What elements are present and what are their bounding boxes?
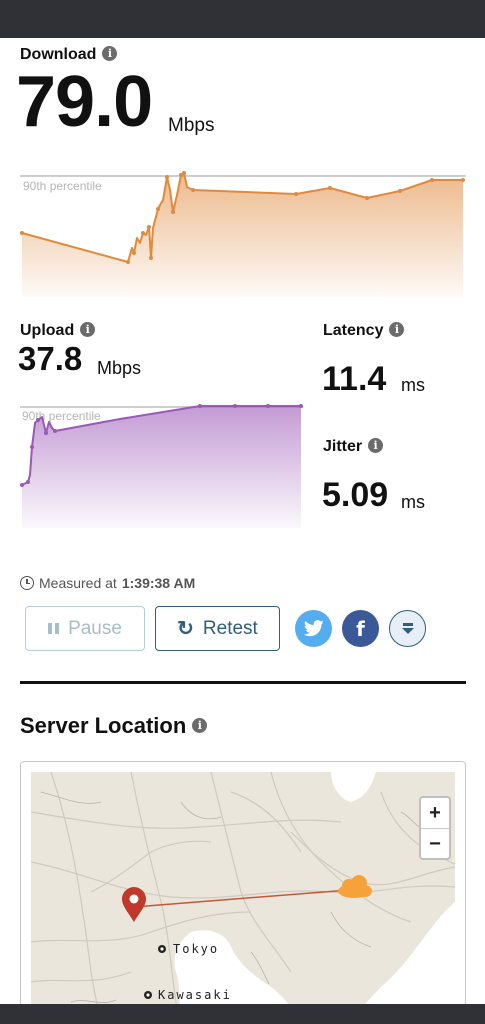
jitter-unit: ms — [401, 492, 425, 512]
download-unit: Mbps — [168, 115, 215, 136]
server-map[interactable]: Tokyo Kawasaki + − — [31, 772, 455, 1020]
retest-label: Retest — [202, 617, 258, 639]
server-location-title: Server Location i — [20, 713, 208, 739]
pause-button[interactable]: Pause — [25, 606, 145, 651]
upload-percentile-label: 90th percentile — [22, 409, 101, 423]
upload-label: Upload — [20, 322, 75, 339]
upload-unit: Mbps — [97, 358, 142, 378]
upload-info-icon[interactable]: i — [80, 322, 96, 338]
latency-info-icon[interactable]: i — [389, 322, 405, 338]
twitter-share-button[interactable] — [295, 610, 332, 647]
zoom-in-button[interactable]: + — [421, 798, 449, 828]
server-location-label: Server Location — [20, 713, 187, 738]
twitter-icon — [303, 620, 324, 637]
map-city-label: Tokyo — [173, 942, 220, 956]
upload-value: 37.8 — [18, 340, 83, 377]
download-value: 79.0 — [16, 62, 153, 142]
map-base — [31, 772, 455, 1020]
latency-label: Latency — [323, 322, 384, 339]
facebook-share-button[interactable]: f — [342, 610, 379, 647]
download-label: Download — [20, 46, 97, 63]
download-percentile-label: 90th percentile — [23, 179, 102, 193]
refresh-icon: ↻ — [177, 617, 194, 640]
server-cloud-icon — [338, 875, 372, 898]
download-results-button[interactable] — [389, 610, 426, 647]
section-divider — [20, 681, 466, 684]
download-info-icon[interactable]: i — [102, 46, 118, 62]
location-pin-icon — [122, 887, 146, 922]
navigation-bar — [0, 1004, 485, 1024]
upload-chart: 90th percentile — [20, 404, 303, 528]
measured-prefix: Measured at — [39, 575, 117, 591]
zoom-out-button[interactable]: − — [421, 828, 449, 858]
jitter-label-row: Jitter i — [323, 438, 384, 456]
jitter-value: 5.09 — [322, 476, 389, 514]
server-info-icon[interactable]: i — [192, 717, 208, 733]
download-chart: 90th percentile — [20, 171, 466, 297]
pause-icon — [48, 623, 60, 634]
download-icon — [401, 622, 414, 634]
latency-label-row: Latency i — [323, 322, 405, 340]
latency-value: 11.4 — [322, 360, 387, 398]
measured-at: Measured at 1:39:38 AM — [20, 575, 195, 591]
latency-unit: ms — [401, 375, 425, 395]
pause-label: Pause — [68, 617, 122, 639]
zoom-control: + − — [419, 796, 451, 860]
jitter-info-icon[interactable]: i — [368, 438, 384, 454]
map-container: Tokyo Kawasaki + − — [20, 761, 466, 1021]
upload-label-row: Upload i — [20, 322, 96, 340]
facebook-icon: f — [356, 616, 365, 641]
status-bar — [0, 0, 485, 38]
jitter-label: Jitter — [323, 438, 363, 455]
retest-button[interactable]: ↻ Retest — [155, 606, 280, 651]
map-city-label: Kawasaki — [158, 988, 232, 1002]
clock-icon — [20, 576, 34, 590]
upload-area — [22, 406, 301, 528]
measured-time: 1:39:38 AM — [121, 575, 196, 591]
